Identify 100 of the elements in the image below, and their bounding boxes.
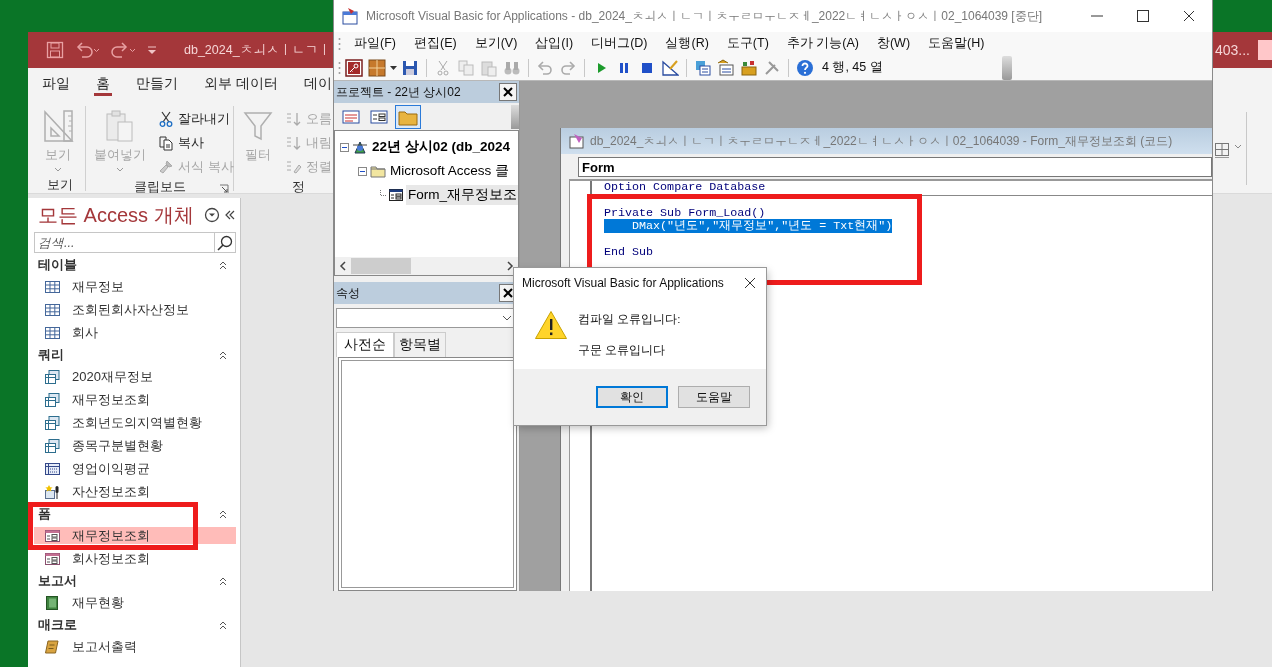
key-icon[interactable] (345, 58, 363, 77)
nav-item[interactable]: 영업이익평균 (34, 460, 236, 477)
ribbon-tab[interactable]: 데이 (290, 68, 332, 100)
nav-item[interactable]: 종목구분별현황 (34, 437, 236, 454)
window-title: db_2024_ㅊㅚㅅㅣㄴㄱㅣㅊㅜㄹㅁㅜㄴㅈㅔ_2022ㄴㅕㄴㅅㅏㅇㅅㅣ02_1064039 - Form_재무정보조회 (코드) (590, 132, 1173, 150)
window-title: 403... (1214, 42, 1250, 58)
query-icon (44, 437, 60, 454)
scroll-icon (44, 638, 60, 655)
group-header[interactable]: 폼 (34, 506, 236, 521)
table-icon (44, 278, 60, 295)
undo-icon[interactable] (74, 41, 100, 59)
view-object-icon[interactable] (370, 108, 388, 125)
group-header[interactable]: 테이블 (34, 257, 236, 272)
dialog-message: 컴파일 오류입니다: (578, 312, 681, 327)
ribbon-tab[interactable]: 만들기 (123, 68, 178, 100)
nav-item[interactable]: 2020재무정보 (34, 368, 236, 385)
redo-icon[interactable] (110, 41, 136, 59)
code-line: End Sub (604, 245, 654, 259)
menu-item[interactable]: 디버그(D) (582, 33, 657, 54)
dialog-button[interactable]: 도움말 (678, 386, 750, 408)
scroll-left-icon[interactable] (339, 261, 347, 271)
brush-icon (158, 159, 174, 175)
design-mode-icon[interactable] (661, 58, 679, 77)
caret-icon (502, 315, 512, 321)
menu-item[interactable]: 도움말(H) (919, 33, 994, 54)
properties-icon[interactable] (717, 58, 735, 77)
help-icon[interactable] (796, 58, 814, 77)
customize-icon[interactable] (146, 44, 158, 56)
close-icon (502, 287, 514, 299)
nav-item[interactable]: 재무정보 (34, 278, 236, 295)
grid-icon[interactable] (1214, 142, 1230, 158)
ribbon-tab[interactable]: 외부 데이터 (191, 68, 278, 100)
nav-item[interactable]: 조회된회사자산정보 (34, 301, 236, 318)
nav-item[interactable]: 재무정보조회 (34, 391, 236, 408)
menu-item[interactable]: 파일(F) (345, 33, 405, 54)
search-icon[interactable] (217, 234, 233, 251)
clear-sort-icon (286, 159, 302, 175)
table-icon (44, 324, 60, 341)
collapse-pane-icon[interactable] (224, 209, 236, 221)
menu-item[interactable]: 보기(V) (465, 33, 527, 54)
menu-item[interactable]: 삽입(I) (526, 33, 583, 54)
query-icon (44, 414, 60, 431)
nav-item[interactable]: 보고서출력 (34, 638, 236, 655)
group-header[interactable]: 매크로 (34, 617, 236, 632)
tools-icon[interactable] (763, 58, 781, 77)
form-grid-icon[interactable] (368, 58, 386, 77)
group-header[interactable]: 보고서 (34, 573, 236, 588)
scroll-right-icon[interactable] (506, 261, 514, 271)
toolbox-icon[interactable] (740, 58, 758, 77)
search-field[interactable]: 검색... (34, 232, 214, 253)
code-line: Private Sub Form_Load() (604, 206, 766, 220)
group-header[interactable]: 쿼리 (34, 347, 236, 362)
view-code-icon[interactable] (342, 108, 360, 125)
window-title: Microsoft Visual Basic for Applications - db_2024_ㅊㅚㅅㅣㄴㄱㅣㅊㅜㄹㅁㅜㄴㅈㅔ_2022ㄴㅕㄴㅅㅏㅇㅅㅣ02_1064039 [중단] (366, 7, 1043, 25)
maximize-icon[interactable] (1137, 10, 1149, 22)
horizontal-scrollbar[interactable] (334, 257, 519, 276)
toolbar-overflow-button[interactable] (1002, 55, 1012, 80)
warning-icon (534, 310, 568, 340)
dialog-button[interactable]: 확인 (596, 386, 668, 408)
collapse-icon[interactable] (339, 141, 350, 153)
tree-item[interactable]: Microsoft Access 클 (388, 161, 512, 181)
report-icon (44, 594, 60, 611)
dialog-message: 구문 오류입니다 (578, 343, 667, 358)
ruler-icon (42, 108, 74, 144)
nav-item[interactable]: 자산정보조회 (34, 483, 236, 500)
nav-item[interactable]: 재무정보조회 (34, 527, 236, 544)
dropdown-circle-icon[interactable] (204, 207, 220, 223)
menu-item[interactable]: 실행(R) (656, 33, 718, 54)
menu-item[interactable]: 편집(E) (404, 33, 466, 54)
close-icon[interactable] (744, 277, 756, 289)
collapse-icon[interactable] (357, 165, 368, 177)
pane-title: 속성 (336, 284, 360, 302)
menu-item[interactable]: 도구(T) (717, 33, 778, 54)
nav-item[interactable]: 회사정보조회 (34, 550, 236, 567)
group-label: 정 (292, 178, 305, 196)
tab[interactable]: 사전순 (336, 332, 394, 357)
object-combo[interactable]: Form (578, 157, 1212, 177)
ribbon-tab[interactable]: 파일 (29, 68, 70, 100)
tree-item[interactable]: Form_재무정보조 (406, 185, 518, 205)
tab[interactable]: 항목별 (394, 332, 446, 357)
save-icon[interactable] (46, 41, 64, 59)
save-icon[interactable] (401, 58, 419, 77)
caret-icon[interactable] (390, 64, 397, 71)
menu-item[interactable]: 창(W) (867, 33, 920, 54)
close-icon (502, 86, 514, 98)
ribbon-button[interactable]: 잘라내기 (156, 108, 236, 130)
menu-item[interactable]: 추가 기능(A) (777, 33, 868, 54)
nav-item[interactable]: 조회년도의지역별현황 (34, 414, 236, 431)
copy-icon (158, 135, 174, 151)
ribbon-button[interactable]: 복사 (156, 132, 236, 154)
nav-item[interactable]: 재무현황 (34, 594, 236, 611)
project-explorer-icon[interactable] (694, 58, 712, 77)
dialog-launcher-icon[interactable] (219, 184, 229, 194)
ribbon-tab[interactable]: 홈 (83, 68, 110, 100)
pane-title: 모든 Access 개체 (38, 202, 194, 228)
close-icon[interactable] (1183, 10, 1195, 22)
close-button[interactable] (499, 83, 517, 101)
form-icon (44, 527, 60, 544)
tree-item[interactable]: 22년 상시02 (db_2024 (370, 137, 513, 157)
nav-item[interactable]: 회사 (34, 324, 236, 341)
